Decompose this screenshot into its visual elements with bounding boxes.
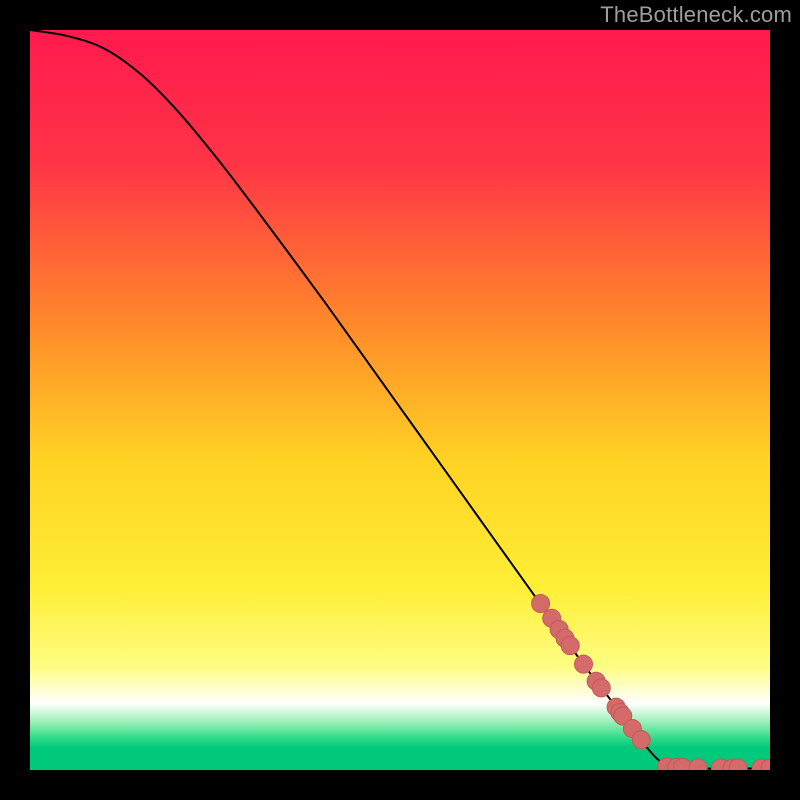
chart-root: { "attribution": "TheBottleneck.com", "c…: [0, 0, 800, 800]
data-marker: [532, 595, 550, 613]
attribution-text: TheBottleneck.com: [600, 2, 792, 28]
gradient-background: [30, 30, 770, 770]
data-marker: [575, 655, 593, 673]
data-marker: [592, 679, 610, 697]
plot-area: [30, 30, 770, 770]
data-marker: [561, 637, 579, 655]
data-marker: [632, 731, 650, 749]
chart-svg: [30, 30, 770, 770]
